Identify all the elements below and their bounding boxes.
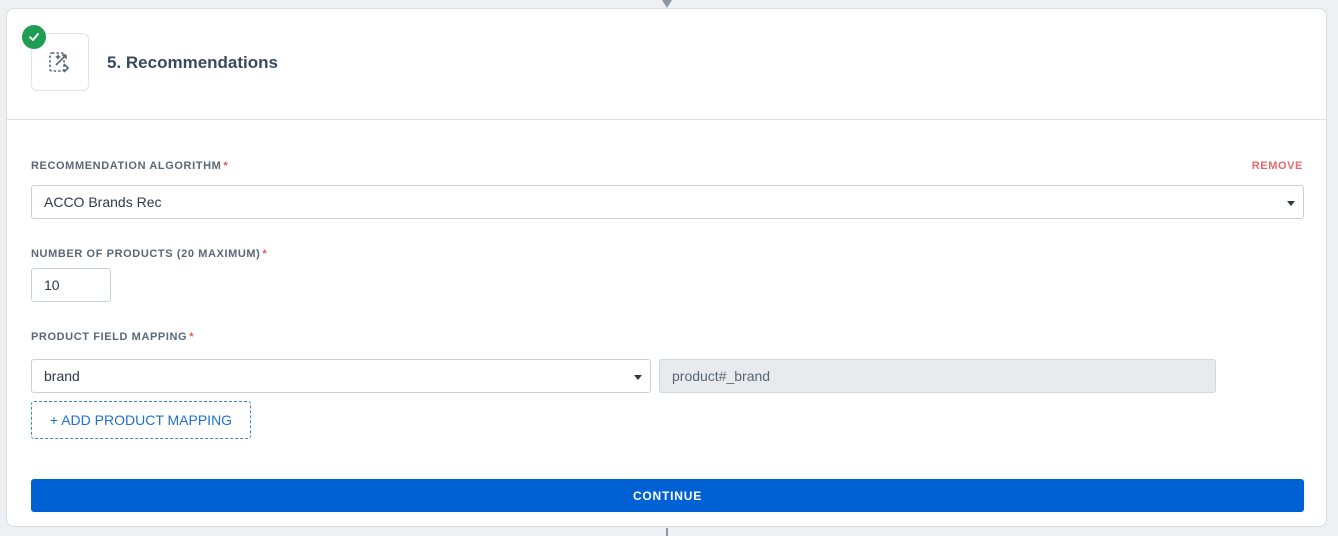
- recommendations-icon: [49, 52, 70, 73]
- algorithm-select-value: ACCO Brands Rec: [44, 194, 162, 210]
- recommendations-step-card: 5. Recommendations RECOMMENDATION ALGORI…: [6, 8, 1327, 527]
- flow-connector-arrow-icon: [662, 0, 672, 8]
- product-field-value: brand: [44, 368, 80, 384]
- products-label: NUMBER OF PRODUCTS (20 MAXIMUM) *: [31, 248, 267, 260]
- required-mark: *: [189, 331, 195, 343]
- number-of-products-value: 10: [44, 277, 60, 293]
- algorithm-select[interactable]: ACCO Brands Rec: [31, 185, 1304, 219]
- step-complete-badge: [22, 25, 46, 49]
- required-mark: *: [262, 248, 268, 260]
- required-mark: *: [223, 160, 229, 172]
- algorithm-label-text: RECOMMENDATION ALGORITHM: [31, 160, 222, 172]
- mapped-field-value: product#_brand: [672, 368, 771, 384]
- product-field-select[interactable]: brand: [31, 359, 651, 393]
- add-product-mapping-button[interactable]: + ADD PRODUCT MAPPING: [31, 401, 251, 439]
- flow-connector-bottom: [666, 528, 668, 536]
- algorithm-label: RECOMMENDATION ALGORITHM *: [31, 160, 228, 172]
- remove-button[interactable]: REMOVE: [1252, 160, 1303, 172]
- mapped-field-readonly: product#_brand: [659, 359, 1216, 393]
- chevron-down-icon: [634, 375, 642, 380]
- step-title: 5. Recommendations: [107, 53, 278, 72]
- number-of-products-input[interactable]: 10: [31, 268, 111, 302]
- check-icon: [29, 33, 39, 41]
- mapping-label: PRODUCT FIELD MAPPING *: [31, 331, 194, 343]
- step-header: 5. Recommendations: [7, 9, 1326, 120]
- mapping-label-text: PRODUCT FIELD MAPPING: [31, 331, 188, 343]
- products-label-text: NUMBER OF PRODUCTS (20 MAXIMUM): [31, 248, 261, 260]
- continue-button[interactable]: CONTINUE: [31, 479, 1304, 512]
- chevron-down-icon: [1287, 201, 1295, 206]
